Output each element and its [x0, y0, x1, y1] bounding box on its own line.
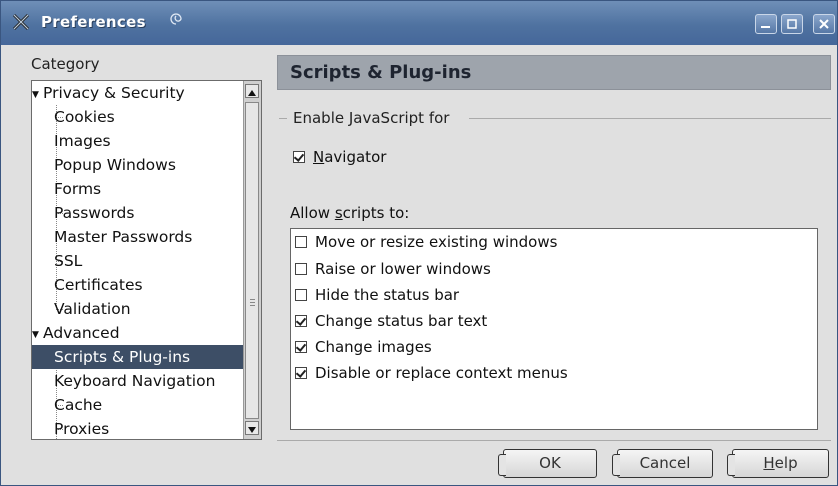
scroll-thumb[interactable] — [245, 102, 259, 419]
script-option-label: Raise or lower windows — [315, 260, 491, 278]
script-option-label: Change images — [315, 338, 432, 356]
navigator-label: avigator — [324, 148, 387, 166]
script-option-label: Change status bar text — [315, 312, 488, 330]
help-button[interactable]: Help — [727, 449, 829, 478]
tree-item-scripts-plugins[interactable]: Scripts & Plug-ins — [32, 345, 244, 369]
tree-item-popup-windows[interactable]: Popup Windows — [32, 153, 244, 177]
minimize-icon — [761, 26, 770, 28]
category-label: Category — [31, 55, 100, 73]
maximize-button[interactable] — [781, 14, 803, 34]
script-option-label: Hide the status bar — [315, 286, 460, 304]
cancel-button[interactable]: Cancel — [612, 449, 713, 478]
scroll-grip — [250, 305, 255, 306]
scroll-down-button[interactable] — [245, 421, 259, 435]
window-title: Preferences — [41, 13, 146, 31]
preferences-window: Preferences Category ▼ Privacy & Security… — [0, 0, 838, 486]
checkbox-box[interactable] — [293, 151, 305, 163]
cancel-button-label: Cancel — [639, 454, 691, 472]
tree-item-master-passwords[interactable]: Master Passwords — [32, 225, 244, 249]
scroll-up-button[interactable] — [245, 84, 259, 98]
tree-item-cookies[interactable]: Cookies — [32, 105, 244, 129]
tree-item-forms[interactable]: Forms — [32, 177, 244, 201]
minimize-button[interactable] — [755, 14, 777, 34]
script-option-move-resize[interactable]: Move or resize existing windows — [295, 231, 557, 253]
help-button-mnemonic: H — [763, 454, 775, 472]
close-button[interactable] — [813, 14, 835, 34]
checkbox-box[interactable] — [295, 341, 307, 353]
ok-button[interactable]: OK — [498, 449, 597, 478]
maximize-icon — [787, 19, 797, 29]
expand-triangle-icon[interactable]: ▼ — [32, 323, 43, 347]
script-option-raise-lower[interactable]: Raise or lower windows — [295, 258, 491, 280]
tree-item-passwords[interactable]: Passwords — [32, 201, 244, 225]
tree-item-validation[interactable]: Validation — [32, 297, 244, 321]
tree-item-advanced[interactable]: ▼ Advanced — [32, 321, 244, 345]
allow-scripts-label: Allow scripts to: — [290, 204, 409, 222]
swirl-icon — [170, 13, 182, 25]
script-option-status-text[interactable]: Change status bar text — [295, 310, 487, 332]
title-bar[interactable]: Preferences — [1, 1, 837, 45]
app-menu-icon[interactable] — [11, 12, 31, 32]
tree-item-certificates[interactable]: Certificates — [32, 273, 244, 297]
tree-item-keyboard-navigation[interactable]: Keyboard Navigation — [32, 369, 244, 393]
group-border — [279, 118, 287, 119]
checkbox-box[interactable] — [295, 263, 307, 275]
checkbox-box[interactable] — [295, 236, 307, 248]
script-option-context-menus[interactable]: Disable or replace context menus — [295, 362, 568, 384]
arrow-down-icon — [248, 427, 256, 433]
group-border — [469, 118, 831, 119]
tree-item-proxies[interactable]: Proxies — [32, 417, 244, 439]
page-header: Scripts & Plug-ins — [277, 55, 831, 90]
checkbox-box[interactable] — [295, 367, 307, 379]
scripts-list: Move or resize existing windows Raise or… — [290, 228, 818, 430]
scroll-grip — [250, 302, 255, 303]
allow-label-prefix: Allow — [290, 204, 335, 222]
tree-item-images[interactable]: Images — [32, 129, 244, 153]
script-option-label: Move or resize existing windows — [315, 233, 558, 251]
script-option-hide-status-bar[interactable]: Hide the status bar — [295, 284, 459, 306]
script-option-label: Disable or replace context menus — [315, 364, 568, 382]
help-button-label: elp — [774, 454, 798, 472]
tree-item-privacy-security[interactable]: ▼ Privacy & Security — [32, 81, 244, 105]
navigator-label-mnemonic: N — [313, 148, 325, 166]
category-tree[interactable]: ▼ Privacy & Security Cookies Images Popup… — [31, 80, 262, 440]
allow-label-mnemonic: s — [334, 204, 343, 222]
arrow-up-icon — [248, 90, 256, 96]
tree-item-ssl[interactable]: SSL — [32, 249, 244, 273]
checkbox-box[interactable] — [295, 315, 307, 327]
scroll-grip — [250, 299, 255, 300]
panel-divider — [277, 440, 831, 441]
enable-js-group-title: Enable JavaScript for — [293, 109, 450, 127]
allow-label-rest: cripts to: — [342, 204, 410, 222]
expand-triangle-icon[interactable]: ▼ — [32, 83, 43, 107]
ok-button-label: OK — [539, 454, 561, 472]
page-title: Scripts & Plug-ins — [290, 62, 472, 83]
tree-item-cache[interactable]: Cache — [32, 393, 244, 417]
checkbox-box[interactable] — [295, 289, 307, 301]
tree-scrollbar[interactable] — [243, 81, 261, 439]
script-option-change-images[interactable]: Change images — [295, 336, 432, 358]
navigator-checkbox[interactable]: Navigator — [293, 146, 386, 168]
close-icon — [819, 19, 829, 29]
